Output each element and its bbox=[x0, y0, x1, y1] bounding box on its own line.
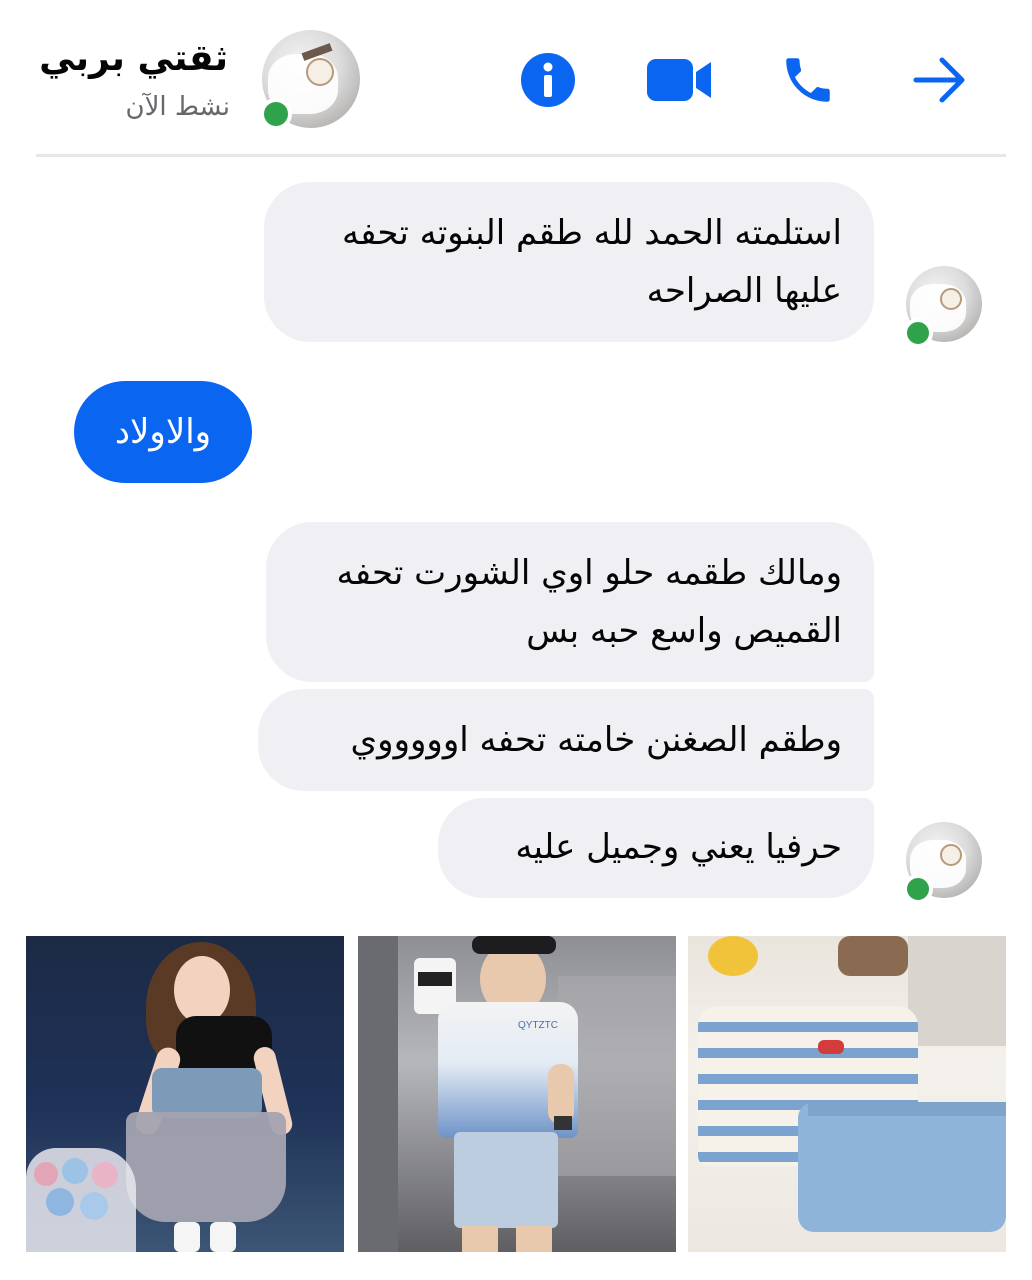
incoming-message[interactable]: ومالك طقمه حلو اوي الشورت تحفه القميص وا… bbox=[266, 522, 874, 682]
back-button[interactable] bbox=[910, 52, 970, 108]
shirt-print-text: QYTZTC bbox=[518, 1020, 558, 1031]
incoming-message[interactable]: استلمته الحمد لله طقم البنوته تحفه عليها… bbox=[264, 182, 874, 342]
incoming-message[interactable]: حرفيا يعني وجميل عليه bbox=[438, 798, 874, 898]
girl-outfit-photo[interactable] bbox=[26, 936, 344, 1252]
toddler-outfit-photo[interactable] bbox=[688, 936, 1006, 1252]
chat-screen: ثقتي بربي نشط الآن استلمته الحمد لله طقم… bbox=[0, 0, 1032, 1280]
contact-name[interactable]: ثقتي بربي bbox=[39, 38, 228, 79]
video-camera-icon bbox=[647, 59, 711, 101]
outgoing-message[interactable]: والاولاد bbox=[74, 381, 252, 483]
phone-icon bbox=[786, 58, 830, 102]
online-status-dot bbox=[903, 318, 933, 348]
chat-header: ثقتي بربي نشط الآن bbox=[0, 0, 1032, 156]
online-status-dot bbox=[903, 874, 933, 904]
back-arrow-icon bbox=[913, 57, 965, 103]
header-divider bbox=[36, 154, 1006, 157]
video-call-button[interactable] bbox=[644, 52, 714, 108]
info-icon bbox=[521, 53, 575, 107]
boy-outfit-photo[interactable]: QYTZTC bbox=[358, 936, 676, 1252]
info-button[interactable] bbox=[520, 52, 576, 108]
contact-status: نشط الآن bbox=[125, 92, 230, 122]
voice-call-button[interactable] bbox=[778, 50, 838, 110]
incoming-message[interactable]: وطقم الصغنن خامته تحفه اوووووي bbox=[258, 689, 874, 791]
online-status-dot bbox=[260, 98, 292, 130]
